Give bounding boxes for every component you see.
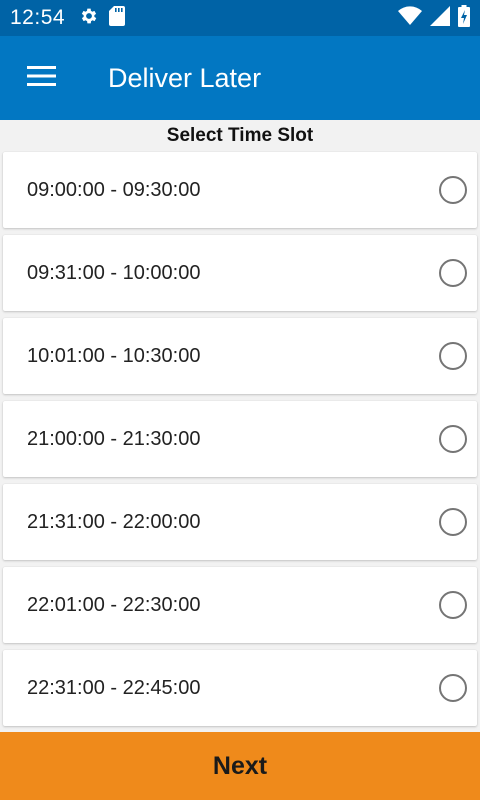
battery-charging-icon: [458, 4, 470, 32]
time-slot-radio[interactable]: [439, 176, 467, 204]
sd-card-icon: [109, 5, 126, 31]
app-bar: Deliver Later: [0, 36, 480, 120]
time-slot-label: 21:31:00 - 22:00:00: [27, 510, 201, 533]
time-slot-radio[interactable]: [439, 259, 467, 287]
time-slot-label: 10:01:00 - 10:30:00: [27, 344, 201, 367]
time-slot-radio[interactable]: [439, 508, 467, 536]
time-slot-item[interactable]: 09:31:00 - 10:00:00: [3, 235, 477, 311]
wifi-icon: [398, 5, 422, 31]
time-slot-radio[interactable]: [439, 425, 467, 453]
next-button[interactable]: Next: [0, 732, 480, 800]
time-slot-label: 09:00:00 - 09:30:00: [27, 178, 201, 201]
page-title: Deliver Later: [108, 62, 262, 93]
gear-icon: [79, 6, 99, 31]
menu-button[interactable]: [0, 36, 84, 120]
time-slot-label: 09:31:00 - 10:00:00: [27, 261, 201, 284]
time-slot-item[interactable]: 22:01:00 - 22:30:00: [3, 567, 477, 643]
section-title: Select Time Slot: [166, 125, 314, 146]
time-slot-label: 21:00:00 - 21:30:00: [27, 427, 201, 450]
cell-signal-icon: [430, 5, 450, 31]
time-slot-radio[interactable]: [439, 674, 467, 702]
status-time: 12:54: [10, 6, 66, 29]
time-slot-item[interactable]: 21:31:00 - 22:00:00: [3, 484, 477, 560]
time-slot-item[interactable]: 21:00:00 - 21:30:00: [3, 401, 477, 477]
time-slot-item[interactable]: 09:00:00 - 09:30:00: [3, 152, 477, 228]
time-slot-radio[interactable]: [439, 591, 467, 619]
time-slot-label: 22:31:00 - 22:45:00: [27, 676, 201, 699]
time-slot-item[interactable]: 22:31:00 - 22:45:00: [3, 650, 477, 726]
time-slot-list: 09:00:00 - 09:30:00 09:31:00 - 10:00:00 …: [3, 152, 477, 733]
time-slot-label: 22:01:00 - 22:30:00: [27, 593, 201, 616]
time-slot-item[interactable]: 10:01:00 - 10:30:00: [3, 318, 477, 394]
hamburger-menu-icon: [27, 65, 57, 92]
status-bar: 12:54: [0, 0, 480, 36]
time-slot-radio[interactable]: [439, 342, 467, 370]
